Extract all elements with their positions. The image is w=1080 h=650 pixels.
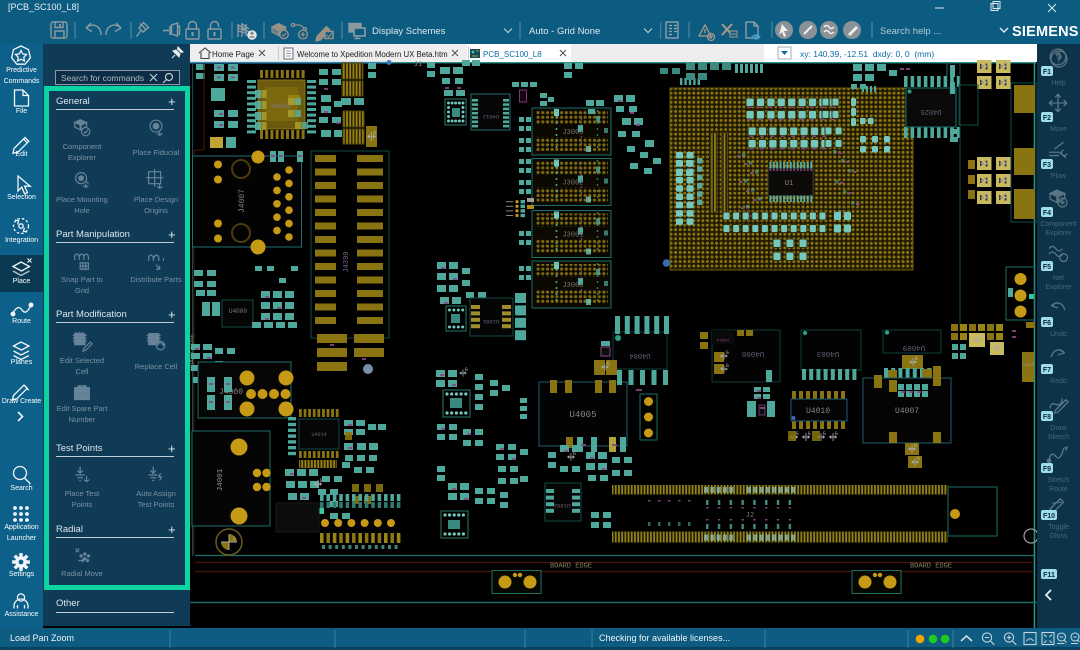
svg-text:F6: F6 [1043,320,1051,327]
svg-text:J4001: J4001 [217,468,225,491]
svg-text:U4020: U4020 [271,103,291,110]
svg-text:BOARD EDGE: BOARD EDGE [550,563,592,571]
svg-text:G: G [726,350,729,356]
svg-text:G: G [1005,76,1008,82]
svg-text:G: G [1005,174,1008,180]
svg-text:U4000: U4000 [229,308,247,315]
svg-text:U4014: U4014 [311,432,326,438]
svg-text:U4009: U4009 [903,343,926,351]
svg-text:G: G [1005,191,1008,197]
svg-text:L1065: L1065 [1022,364,1035,368]
svg-text:G: G [999,342,1002,348]
svg-text:U4005: U4005 [569,410,596,420]
svg-text:G: G [823,431,826,437]
svg-text:U4014: U4014 [716,337,729,341]
svg-text:J4399: J4399 [343,251,351,272]
svg-text:F10: F10 [1043,513,1055,520]
svg-text:G: G [1005,60,1008,66]
svg-text:U4003: U4003 [816,349,839,357]
svg-text:G: G [1005,157,1008,163]
svg-text:F11: F11 [1043,572,1055,579]
svg-text:U4025: U4025 [920,107,941,115]
svg-text:U1: U1 [785,180,793,188]
svg-text:G: G [573,451,576,457]
svg-text:F7: F7 [1043,367,1051,374]
svg-text:U4010: U4010 [806,407,830,416]
svg-text:F5: F5 [1043,264,1051,271]
svg-text:U4006: U4006 [741,349,764,357]
svg-text:J1: J1 [414,61,422,69]
svg-text:J2: J2 [746,512,754,520]
svg-text:G: G [979,334,982,340]
svg-text:G: G [986,60,989,66]
svg-text:F8: F8 [1043,414,1051,421]
svg-text:J4007: J4007 [238,189,247,213]
svg-text:G: G [320,478,323,484]
svg-text:G: G [796,431,799,437]
svg-text:G: G [917,456,920,462]
svg-text:G: G [915,356,918,362]
svg-text:U4004: U4004 [629,351,650,359]
svg-text:3: 3 [232,535,235,542]
svg-text:G: G [914,443,917,449]
svg-text:G: G [607,361,610,367]
svg-text:F3: F3 [1043,162,1051,169]
svg-text:U1001: U1001 [482,318,499,325]
svg-text:G: G [986,157,989,163]
svg-text:G: G [726,363,729,369]
svg-text:U4012: U4012 [483,113,500,120]
svg-text:F4: F4 [1043,210,1051,217]
svg-text:U1002: U1002 [554,502,571,509]
svg-text:G: G [986,76,989,82]
svg-text:BOARD EDGE: BOARD EDGE [910,563,952,571]
svg-text:F2: F2 [1043,115,1051,122]
svg-text:G: G [465,367,468,373]
svg-text:G: G [986,191,989,197]
svg-text:G: G [808,431,811,437]
svg-text:G: G [373,130,376,136]
svg-text:F1: F1 [1043,69,1051,76]
svg-text:G: G [986,174,989,180]
svg-text:U4007: U4007 [895,407,919,416]
svg-text:G: G [835,431,838,437]
svg-text:F9: F9 [1043,466,1051,473]
